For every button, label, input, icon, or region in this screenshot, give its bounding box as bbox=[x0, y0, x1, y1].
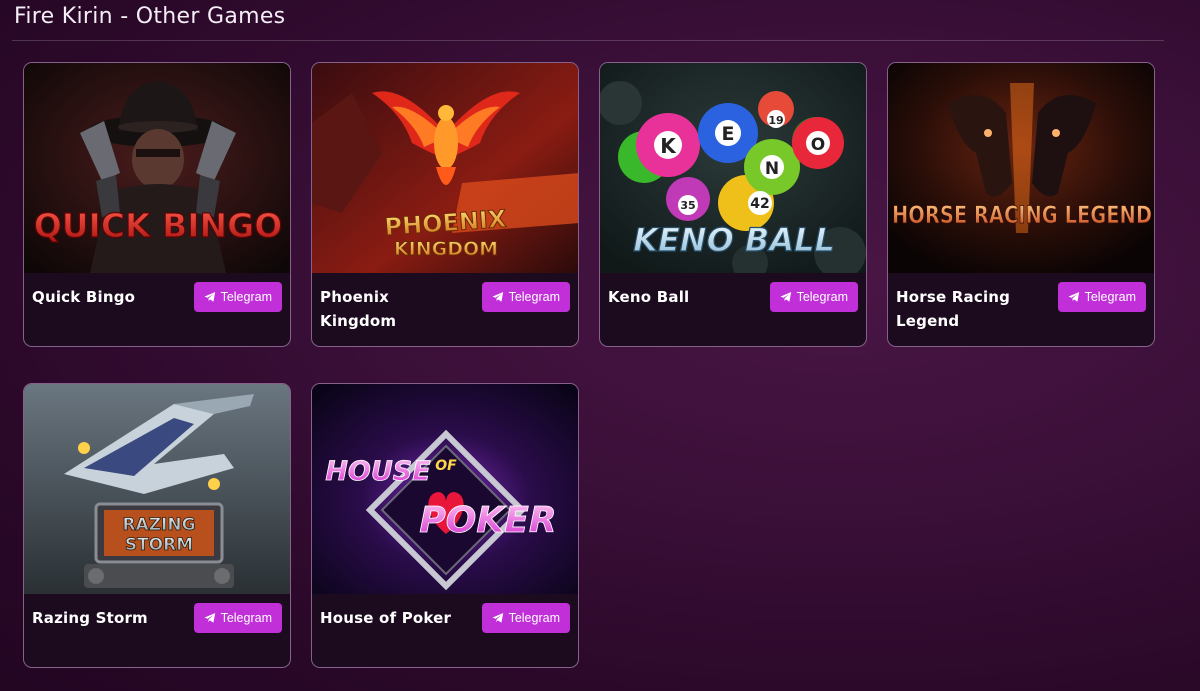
game-title: Keno Ball bbox=[608, 288, 690, 306]
telegram-button[interactable]: Telegram bbox=[769, 282, 858, 312]
section-divider bbox=[12, 40, 1164, 41]
telegram-icon bbox=[1068, 291, 1080, 303]
telegram-icon bbox=[492, 612, 504, 624]
house-of-poker-logo-of: OF bbox=[435, 458, 457, 474]
game-card-horse-racing-legend[interactable]: HORSE RACING LEGEND Horse Racing Legend … bbox=[887, 62, 1155, 347]
telegram-button-label: Telegram bbox=[796, 290, 848, 304]
house-of-poker-logo-line1: HOUSE bbox=[325, 456, 431, 487]
game-title: House of Poker bbox=[320, 609, 452, 627]
game-thumbnail-quick-bingo[interactable]: QUICK BINGO bbox=[24, 63, 290, 273]
telegram-button[interactable]: Telegram bbox=[481, 282, 570, 312]
telegram-icon bbox=[780, 291, 792, 303]
game-card-razing-storm[interactable]: RAZING STORM Razing Storm Telegram bbox=[23, 383, 291, 668]
game-card-phoenix-kingdom[interactable]: PHOENIX KINGDOM Phoenix Kingdom Telegram bbox=[311, 62, 579, 347]
telegram-button-label: Telegram bbox=[508, 290, 560, 304]
game-thumbnail-horse-racing-legend[interactable]: HORSE RACING LEGEND bbox=[888, 63, 1154, 273]
game-card-quick-bingo[interactable]: QUICK BINGO Quick Bingo Telegram bbox=[23, 62, 291, 347]
game-card-keno-ball[interactable]: K E N O 19 35 42 KENO BALL Keno Ball Tel… bbox=[599, 62, 867, 347]
razing-storm-logo-line2: STORM bbox=[125, 535, 193, 555]
keno-ball-letter: N bbox=[765, 159, 779, 179]
telegram-button[interactable]: Telegram bbox=[481, 603, 570, 633]
horse-racing-logo-text: HORSE RACING LEGEND bbox=[892, 201, 1152, 229]
keno-ball-letter: K bbox=[660, 134, 677, 158]
telegram-icon bbox=[492, 291, 504, 303]
game-title: Horse Racing Legend bbox=[896, 288, 1011, 330]
game-title: Phoenix Kingdom bbox=[320, 288, 397, 330]
keno-ball-number: 42 bbox=[750, 196, 769, 212]
razing-storm-logo-line1: RAZING bbox=[122, 515, 195, 535]
game-thumbnail-razing-storm[interactable]: RAZING STORM bbox=[24, 384, 290, 594]
telegram-button[interactable]: Telegram bbox=[1057, 282, 1146, 312]
keno-ball-number: 19 bbox=[768, 114, 783, 127]
keno-ball-number: 35 bbox=[680, 199, 695, 212]
telegram-button[interactable]: Telegram bbox=[193, 603, 282, 633]
keno-ball-letter: O bbox=[811, 135, 825, 155]
phoenix-kingdom-logo-line2: KINGDOM bbox=[394, 238, 498, 260]
telegram-icon bbox=[204, 291, 216, 303]
keno-ball-letter: E bbox=[722, 123, 735, 145]
game-title: Quick Bingo bbox=[32, 288, 136, 306]
telegram-button-label: Telegram bbox=[508, 611, 560, 625]
quick-bingo-logo-text: QUICK BINGO bbox=[34, 206, 283, 245]
game-title: Razing Storm bbox=[32, 609, 148, 627]
house-of-poker-logo-line2: POKER bbox=[419, 500, 556, 541]
section-title: Fire Kirin - Other Games bbox=[14, 4, 286, 29]
game-thumbnail-keno-ball[interactable]: K E N O 19 35 42 KENO BALL bbox=[600, 63, 866, 273]
game-card-house-of-poker[interactable]: HOUSE OF POKER House of Poker Telegram bbox=[311, 383, 579, 668]
telegram-button-label: Telegram bbox=[220, 611, 272, 625]
telegram-button[interactable]: Telegram bbox=[193, 282, 282, 312]
telegram-button-label: Telegram bbox=[1084, 290, 1136, 304]
telegram-button-label: Telegram bbox=[220, 290, 272, 304]
game-thumbnail-phoenix-kingdom[interactable]: PHOENIX KINGDOM bbox=[312, 63, 578, 273]
telegram-icon bbox=[204, 612, 216, 624]
game-thumbnail-house-of-poker[interactable]: HOUSE OF POKER bbox=[312, 384, 578, 594]
keno-ball-logo-text: KENO BALL bbox=[633, 221, 835, 259]
